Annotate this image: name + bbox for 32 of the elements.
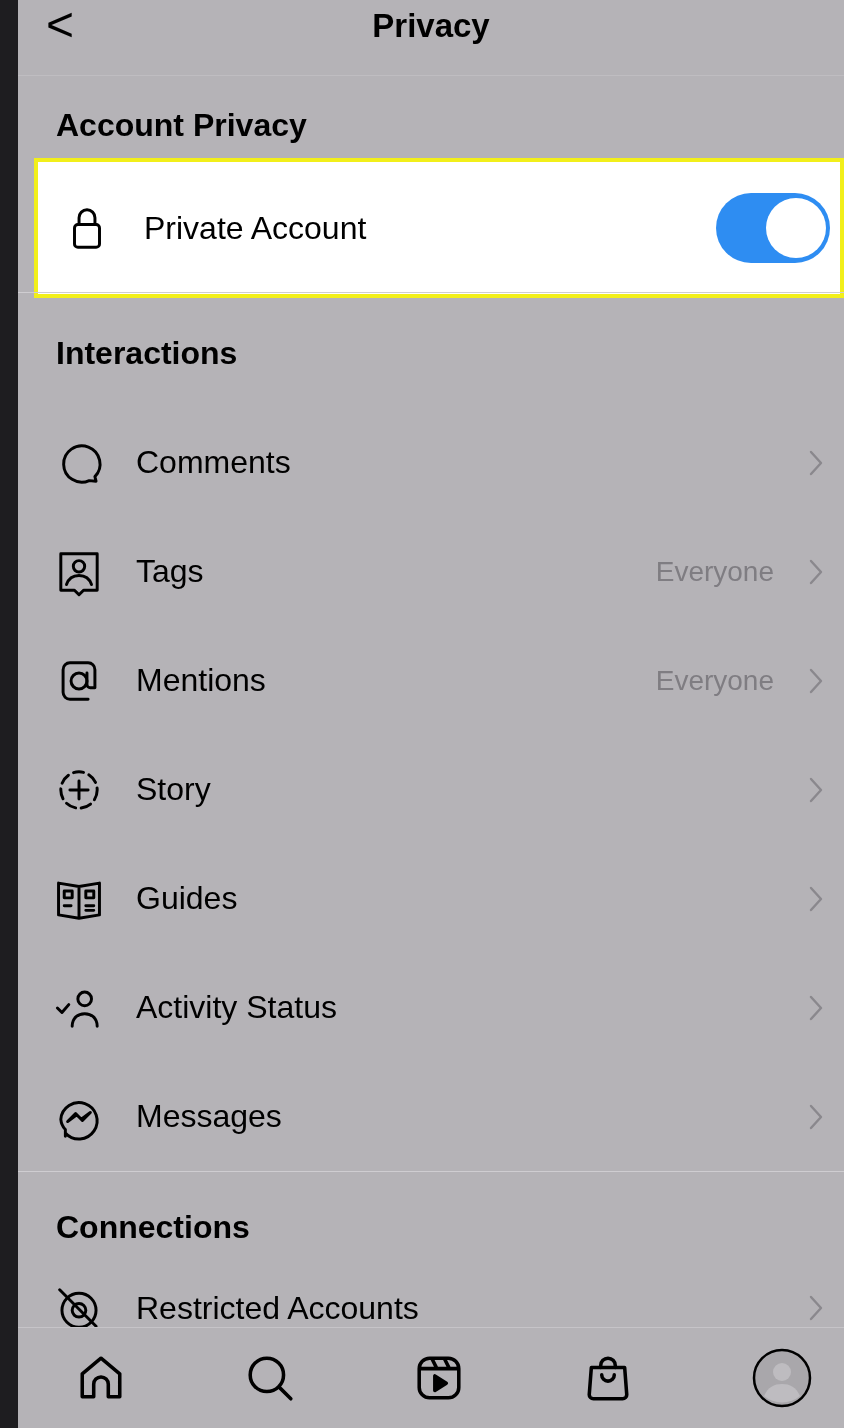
chevron-icon: [808, 448, 824, 477]
setting-label: Story: [136, 771, 211, 808]
setting-label: Activity Status: [136, 989, 337, 1026]
setting-label: Mentions: [136, 662, 266, 699]
chevron-icon: [808, 993, 824, 1022]
chevron-icon: [808, 1102, 824, 1131]
settings-row[interactable]: Guides: [18, 844, 844, 953]
setting-label: Guides: [136, 880, 238, 917]
setting-label: Messages: [136, 1098, 282, 1135]
settings-row[interactable]: Comments: [18, 408, 844, 517]
section-heading: Connections: [55, 1207, 251, 1247]
search-icon[interactable]: [245, 1353, 295, 1403]
chevron-icon: [808, 1294, 824, 1322]
section-heading: Interactions: [55, 333, 239, 373]
reels-icon[interactable]: [414, 1353, 464, 1403]
settings-row[interactable]: Story: [18, 735, 844, 844]
chevron-icon: [808, 884, 824, 913]
profile-avatar[interactable]: [752, 1348, 812, 1408]
setting-label: Restricted Accounts: [136, 1289, 419, 1327]
back-button[interactable]: <: [46, 0, 75, 50]
chevron-icon: [808, 666, 824, 695]
setting-label: Tags: [136, 553, 204, 590]
chevron-icon: [808, 557, 824, 586]
screen-title: Privacy: [372, 6, 490, 45]
setting-label: Private Account: [144, 209, 367, 247]
highlighted-settings-row[interactable]: Private Account: [34, 158, 844, 298]
setting-label: Comments: [136, 444, 291, 481]
chevron-icon: [808, 775, 824, 804]
settings-row[interactable]: Activity Status: [18, 953, 844, 1062]
section-heading: Account Privacy: [55, 105, 308, 145]
settings-row[interactable]: Messages: [18, 1062, 844, 1171]
settings-row[interactable]: Restricted Accounts: [18, 1282, 844, 1327]
